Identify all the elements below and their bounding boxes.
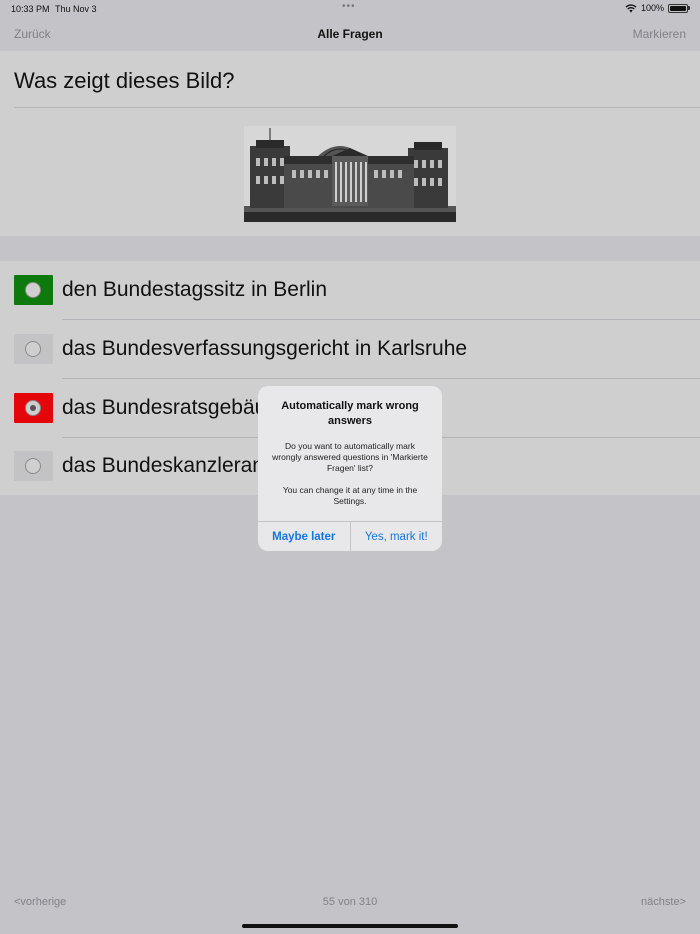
alert-title: Automatically mark wrong answers: [281, 400, 419, 427]
status-time: 10:33 PM: [11, 4, 50, 14]
radio-button-icon: [25, 400, 41, 416]
next-button[interactable]: nächste>: [641, 896, 686, 908]
question-counter: 55 von 310: [322, 896, 378, 908]
maybe-later-button[interactable]: Maybe later: [258, 522, 351, 551]
home-indicator[interactable]: [242, 924, 458, 928]
divider: [14, 107, 700, 108]
alert-buttons: Maybe later Yes, mark it!: [258, 521, 442, 551]
mark-it-button[interactable]: Yes, mark it!: [351, 522, 443, 551]
answer-indicator[interactable]: [14, 334, 53, 364]
answer-label: das Bundesverfassungsgericht in Karlsruh…: [62, 337, 468, 360]
answer-wrong-indicator[interactable]: [14, 393, 53, 423]
battery-percent: 100%: [640, 3, 664, 13]
answer-row[interactable]: das Bundesverfassungsgericht in Karlsruh…: [0, 320, 700, 379]
battery-icon: [668, 3, 690, 13]
nav-title: Alle Fragen: [317, 27, 383, 41]
auto-mark-alert: Automatically mark wrong answers Do you …: [258, 386, 442, 551]
alert-message: Do you want to automatically mark wrongl…: [272, 441, 428, 506]
answer-indicator[interactable]: [14, 451, 53, 481]
wifi-icon: [625, 4, 637, 13]
status-date: Thu Nov 3: [55, 4, 97, 14]
status-right: 100%: [625, 3, 690, 13]
answer-label: den Bundestagssitz in Berlin: [62, 278, 327, 301]
nav-bar: Alle Fragen Zurück Markieren: [0, 18, 700, 51]
mark-button[interactable]: Markieren: [633, 27, 686, 41]
status-bar: 10:33 PM Thu Nov 3 ••• 100%: [0, 0, 700, 18]
answer-row[interactable]: den Bundestagssitz in Berlin: [0, 261, 700, 320]
radio-button-icon: [25, 282, 41, 298]
answer-correct-indicator[interactable]: [14, 275, 53, 305]
reichstag-building-image: [244, 126, 456, 222]
question-area: Was zeigt dieses Bild?: [0, 51, 700, 236]
radio-button-icon: [25, 341, 41, 357]
radio-button-icon: [25, 458, 41, 474]
question-title: Was zeigt dieses Bild?: [14, 68, 235, 93]
multitasking-dots-icon[interactable]: •••: [342, 1, 356, 12]
back-button[interactable]: Zurück: [14, 27, 51, 41]
